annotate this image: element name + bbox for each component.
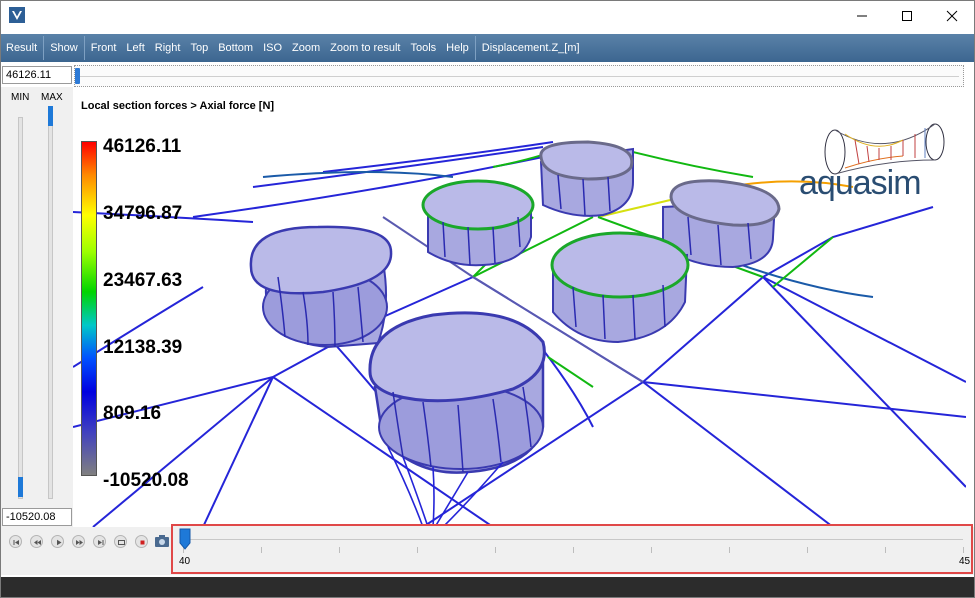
toolbar-separator <box>83 36 85 60</box>
menu-show[interactable]: Show <box>45 34 83 62</box>
slider-track <box>79 76 959 77</box>
fish-pen-5[interactable] <box>550 231 690 344</box>
min-value-field[interactable]: -10520.08 <box>2 508 72 526</box>
stop-button[interactable] <box>135 535 148 548</box>
skip-end-button[interactable] <box>93 535 106 548</box>
timeline-track <box>183 539 963 540</box>
logo-wordmark: aquasim <box>799 164 922 202</box>
fast-forward-button[interactable] <box>72 535 85 548</box>
skip-start-icon <box>13 540 19 545</box>
legend-value: 34796.87 <box>103 203 183 224</box>
max-slider-track[interactable] <box>48 107 53 499</box>
legend-value: 809.16 <box>103 403 162 424</box>
rewind-button[interactable] <box>30 535 43 548</box>
view-right-button[interactable]: Right <box>150 34 186 62</box>
minimize-button[interactable] <box>839 1 885 31</box>
timeline-tick <box>963 547 964 553</box>
timeline-handle[interactable] <box>179 528 191 550</box>
application-window: Result Show Front Left Right Top Bottom … <box>0 0 975 598</box>
maximize-icon <box>902 11 912 21</box>
toolbar-separator <box>474 36 476 60</box>
view-front-button[interactable]: Front <box>86 34 122 62</box>
view-bottom-button[interactable]: Bottom <box>213 34 258 62</box>
skip-start-button[interactable] <box>9 535 22 548</box>
max-label: MAX <box>41 92 63 103</box>
timeline-tick <box>729 547 730 553</box>
result-title: Local section forces > Axial force [N] <box>81 100 275 112</box>
fish-pen-1[interactable] <box>249 225 393 349</box>
min-slider-track[interactable] <box>18 117 23 499</box>
timeline-tick <box>417 547 418 553</box>
fish-pen-2[interactable] <box>421 179 535 267</box>
min-label: MIN <box>11 92 30 103</box>
skip-end-icon <box>98 540 104 545</box>
range-panel: MIN MAX <box>1 87 73 527</box>
timeline-slider[interactable]: 40 45 <box>171 524 973 574</box>
main-toolbar: Result Show Front Left Right Top Bottom … <box>1 34 974 62</box>
toolbar-separator <box>43 36 45 60</box>
menu-tools[interactable]: Tools <box>405 34 441 62</box>
zoom-to-result-button[interactable]: Zoom to result <box>325 34 405 62</box>
legend-value-max: 46126.11 <box>103 136 182 157</box>
view-iso-button[interactable]: ISO <box>258 34 287 62</box>
camera-icon <box>155 535 169 547</box>
taskbar-strip <box>1 577 974 597</box>
view-left-button[interactable]: Left <box>121 34 149 62</box>
max-slider-handle[interactable] <box>48 106 53 126</box>
legend-value: 12138.39 <box>103 337 183 358</box>
close-icon <box>946 10 958 22</box>
max-value-field[interactable]: 46126.11 <box>2 66 72 84</box>
close-button[interactable] <box>929 1 974 31</box>
screenshot-button[interactable] <box>154 534 170 548</box>
zoom-button[interactable]: Zoom <box>287 34 325 62</box>
horizontal-range-slider[interactable] <box>74 65 964 87</box>
play-icon <box>57 539 62 546</box>
play-button[interactable] <box>51 535 64 548</box>
min-slider-handle[interactable] <box>18 477 23 497</box>
fish-pen-6[interactable] <box>368 311 546 474</box>
legend-value-min: -10520.08 <box>103 470 189 491</box>
fast-forward-icon <box>76 540 83 545</box>
3d-viewport[interactable]: Local section forces > Axial force [N] 4… <box>73 87 966 527</box>
color-legend-bar <box>81 141 97 476</box>
timeline-tick <box>573 547 574 553</box>
timeline-tick <box>495 547 496 553</box>
timeline-tick <box>339 547 340 553</box>
timeline-tick <box>651 547 652 553</box>
app-icon <box>9 7 25 23</box>
loop-icon <box>118 540 125 545</box>
slider-handle[interactable] <box>75 68 80 84</box>
menu-result[interactable]: Result <box>1 34 42 62</box>
view-top-button[interactable]: Top <box>185 34 213 62</box>
result-component-selector[interactable]: Displacement.Z_[m] <box>477 34 585 62</box>
timeline-start-label: 40 <box>179 556 191 567</box>
stop-icon <box>140 540 145 545</box>
minimize-icon <box>857 15 867 17</box>
timeline-tick <box>885 547 886 553</box>
loop-button[interactable] <box>114 535 127 548</box>
rewind-icon <box>34 540 41 545</box>
timeline-end-label: 45 <box>959 556 971 567</box>
maximize-button[interactable] <box>884 1 930 31</box>
title-bar <box>1 1 974 33</box>
fish-pen-3[interactable] <box>539 140 634 217</box>
timeline-tick <box>807 547 808 553</box>
legend-value: 23467.63 <box>103 270 183 291</box>
menu-help[interactable]: Help <box>441 34 474 62</box>
timeline-tick <box>261 547 262 553</box>
